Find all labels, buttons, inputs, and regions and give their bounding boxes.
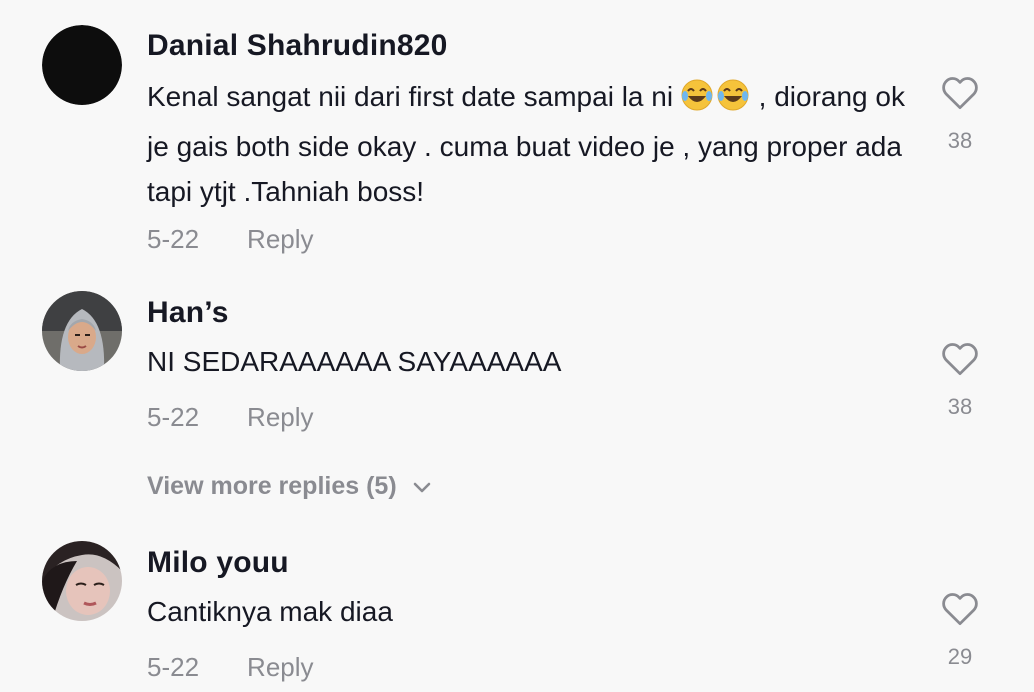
comment-date: 5-22 xyxy=(147,652,200,682)
like-count: 38 xyxy=(947,128,973,153)
avatar-image xyxy=(42,291,122,371)
comment-meta: 5-22 Reply xyxy=(147,652,314,683)
heart-outline-icon xyxy=(942,343,978,376)
comment-text: Kenal sangat nii dari first date sampai … xyxy=(147,74,917,214)
like-button[interactable]: 38 xyxy=(930,342,990,420)
avatar[interactable] xyxy=(42,25,122,105)
comment-date: 5-22 xyxy=(147,224,200,254)
like-count: 38 xyxy=(947,394,973,419)
reply-button[interactable]: Reply xyxy=(247,402,313,432)
laughing-emoji-icon xyxy=(681,79,751,124)
comment-text-line1-end: , xyxy=(750,81,767,112)
comment-username[interactable]: Danial Shahrudin820 xyxy=(147,29,448,63)
avatar-image xyxy=(42,25,122,105)
comment-date: 5-22 xyxy=(147,402,200,432)
heart-outline-icon xyxy=(942,77,978,110)
comment-text: NI SEDARAAAAAA SAYAAAAAA xyxy=(147,346,562,377)
avatar[interactable] xyxy=(42,541,122,621)
heart-outline-icon xyxy=(942,593,978,626)
view-more-replies-button[interactable]: View more replies (5) xyxy=(147,472,432,502)
comment-text-line1: Kenal sangat nii dari first date sampai … xyxy=(147,81,674,112)
like-button[interactable]: 38 xyxy=(930,76,990,154)
comment-meta: 5-22 Reply xyxy=(147,224,314,255)
view-more-replies-label: View more replies (5) xyxy=(147,472,397,500)
comment-list: Danial Shahrudin820 Kenal sangat nii dar… xyxy=(0,0,1034,692)
comment-meta: 5-22 Reply xyxy=(147,402,314,433)
like-button[interactable]: 29 xyxy=(930,592,990,670)
reply-button[interactable]: Reply xyxy=(247,224,313,254)
reply-button[interactable]: Reply xyxy=(247,652,313,682)
like-count: 29 xyxy=(947,644,973,669)
comment-text: Cantiknya mak diaa xyxy=(147,596,393,627)
avatar[interactable] xyxy=(42,291,122,371)
comment-username[interactable]: Milo youu xyxy=(147,546,289,580)
comment-username[interactable]: Han’s xyxy=(147,296,229,330)
avatar-image xyxy=(42,541,122,621)
chevron-down-icon xyxy=(412,473,432,502)
